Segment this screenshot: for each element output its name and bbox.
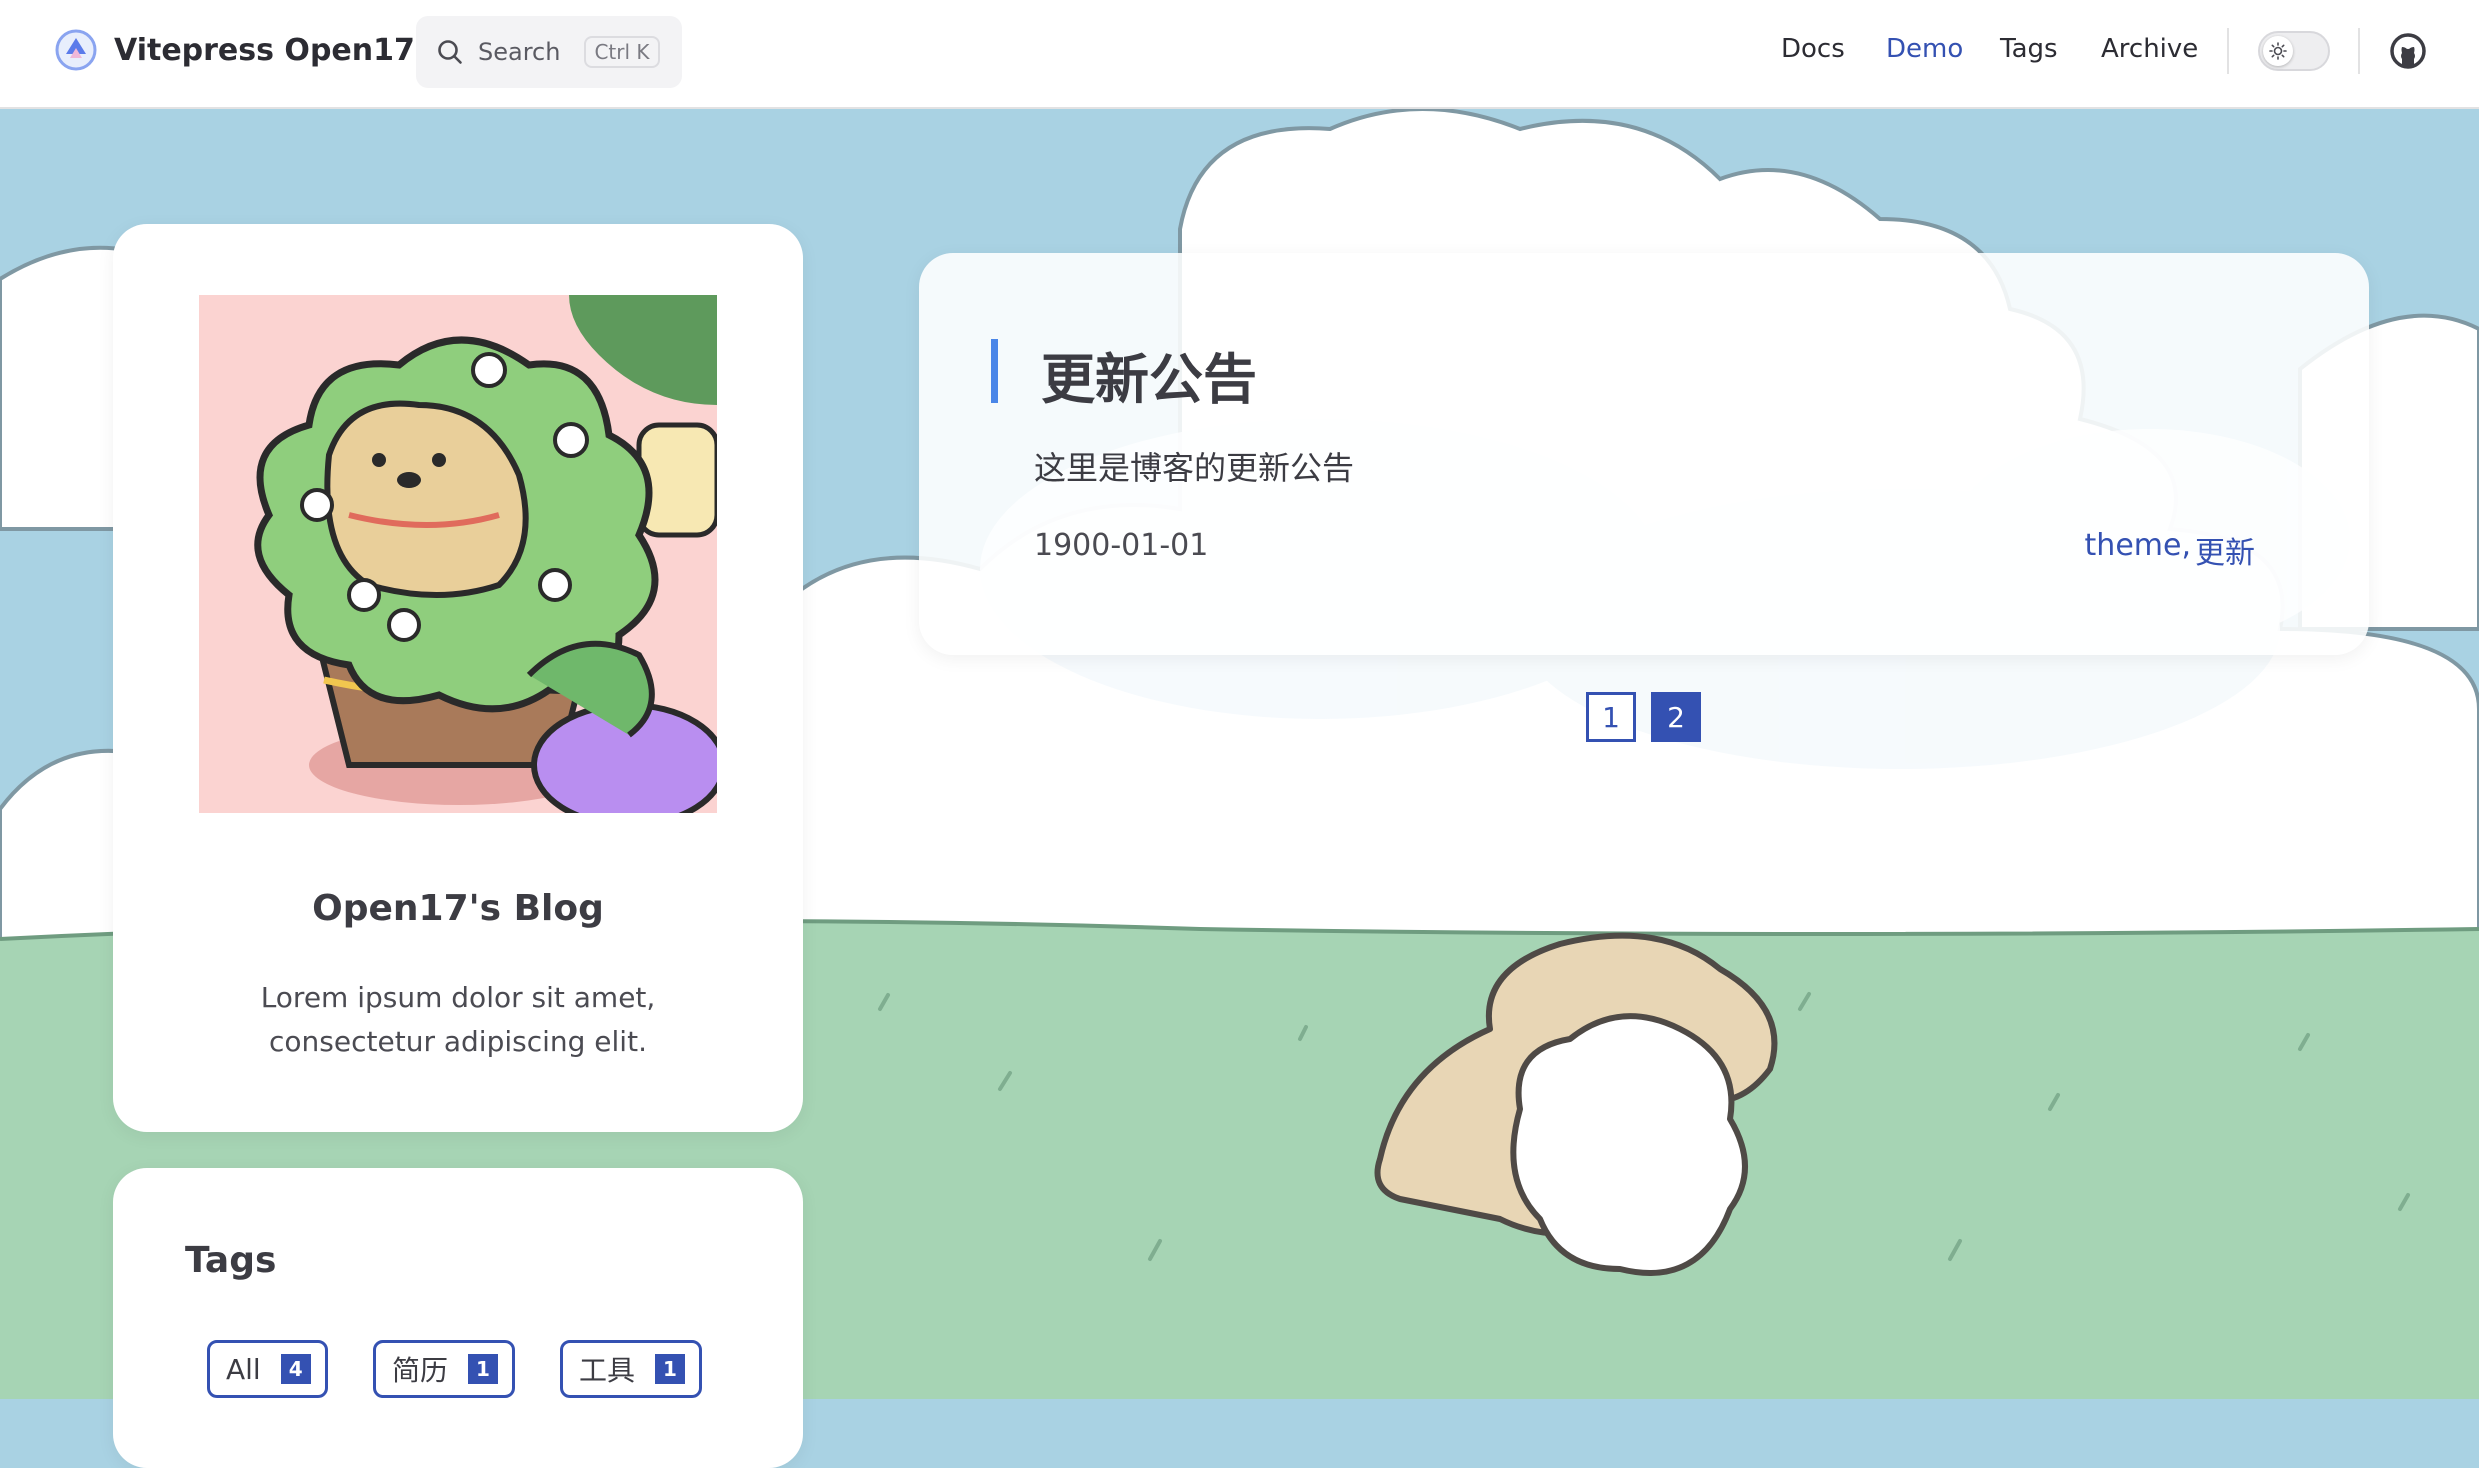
nav-divider [2358, 28, 2360, 74]
nav-link-demo[interactable]: Demo [1886, 34, 1963, 64]
avatar [199, 295, 717, 813]
profile-card: Open17's Blog Lorem ipsum dolor sit amet… [113, 224, 803, 1132]
logo-icon [55, 29, 97, 71]
top-navbar: Vitepress Open17 Search Ctrl K Docs Demo… [0, 0, 2479, 109]
tag-name: All [226, 1352, 261, 1386]
post-title[interactable]: 更新公告 [1041, 335, 1257, 414]
nav-divider [2227, 28, 2229, 74]
sun-icon [2269, 42, 2287, 60]
blog-title: Open17's Blog [312, 888, 604, 929]
search-shortcut: Ctrl K [584, 36, 660, 68]
post-tag-link[interactable]: theme, [2085, 528, 2191, 572]
tag-chip-tools[interactable]: 工具 1 [560, 1340, 703, 1398]
nav-link-docs[interactable]: Docs [1781, 34, 1845, 64]
tags-card: Tags All 4 简历 1 工具 1 [113, 1168, 803, 1468]
site-brand[interactable]: Vitepress Open17 [54, 28, 415, 72]
tags-title: Tags [185, 1240, 277, 1281]
nav-link-tags[interactable]: Tags [2000, 34, 2058, 64]
tag-name: 简历 [392, 1354, 449, 1387]
post-tags: theme, 更新 [2085, 528, 2255, 572]
tag-name: 工具 [579, 1354, 636, 1387]
site-name: Vitepress Open17 [114, 32, 415, 68]
post-excerpt: 这里是博客的更新公告 [1034, 449, 1355, 487]
tag-count: 1 [655, 1354, 686, 1384]
nav-link-archive[interactable]: Archive [2101, 34, 2198, 64]
search-icon [438, 40, 462, 64]
title-accent-bar [991, 339, 998, 403]
post-date: 1900-01-01 [1034, 528, 1209, 563]
search-label: Search [478, 38, 561, 66]
blog-description: Lorem ipsum dolor sit amet, consectetur … [260, 981, 656, 1058]
tag-count: 4 [280, 1354, 311, 1384]
tag-chip-resume[interactable]: 简历 1 [373, 1340, 516, 1398]
tag-count: 1 [468, 1354, 499, 1384]
post-card[interactable]: 更新公告 这里是博客的更新公告 1900-01-01 theme, 更新 [919, 253, 2369, 655]
post-tag-link[interactable]: 更新 [2195, 528, 2255, 572]
toggle-knob [2263, 36, 2293, 66]
github-icon[interactable] [2389, 32, 2427, 70]
page-button-2-current[interactable]: 2 [1651, 692, 1701, 742]
theme-toggle[interactable] [2258, 31, 2330, 71]
page-button-1[interactable]: 1 [1586, 692, 1636, 742]
search-button[interactable]: Search Ctrl K [416, 16, 682, 88]
tag-chip-all[interactable]: All 4 [207, 1340, 328, 1398]
